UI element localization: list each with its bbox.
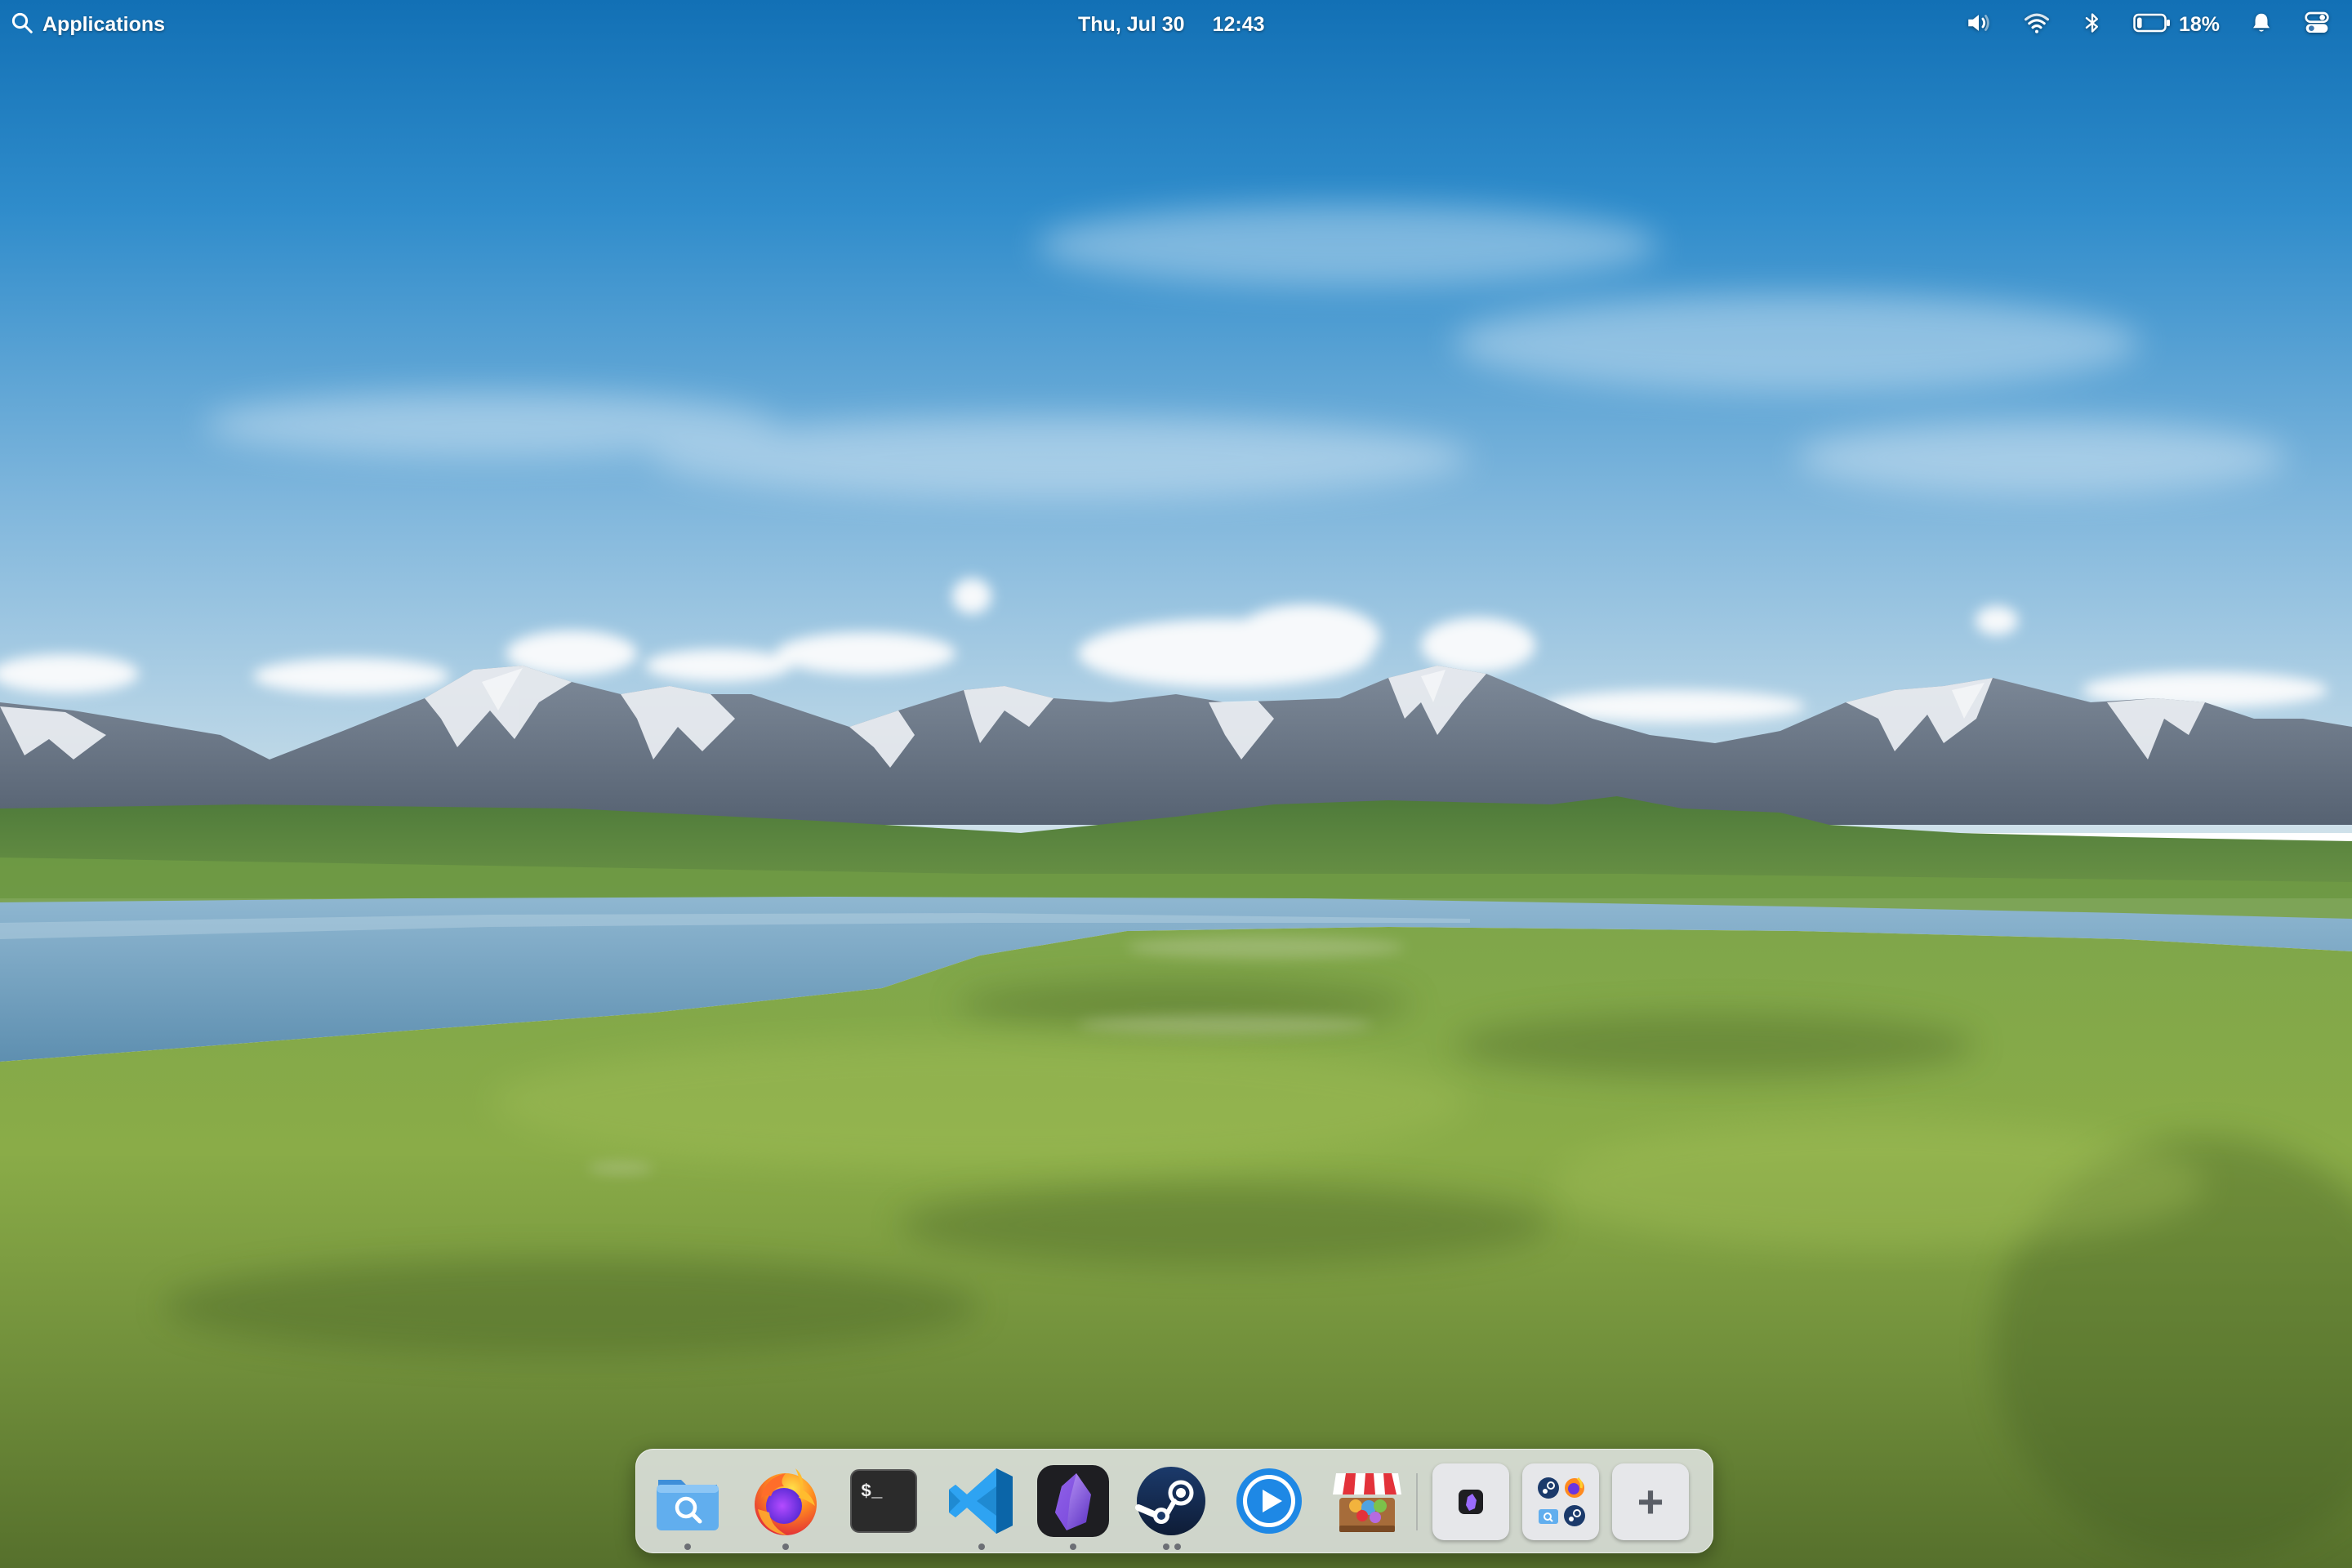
- running-indicator: [978, 1544, 985, 1550]
- bell-icon: [2249, 10, 2274, 40]
- svg-text:$_: $_: [861, 1481, 883, 1502]
- wifi-icon: [2022, 9, 2051, 41]
- running-indicator: [1163, 1544, 1169, 1550]
- quick-settings-indicator[interactable]: [2288, 0, 2345, 49]
- notifications-indicator[interactable]: [2234, 0, 2288, 49]
- dock-app-steam[interactable]: [1132, 1462, 1210, 1550]
- desktop-wallpaper: [0, 0, 2352, 1568]
- battery-icon: [2133, 12, 2171, 38]
- bluetooth-indicator[interactable]: [2066, 0, 2118, 49]
- date-label: Thu, Jul 30: [1078, 12, 1185, 36]
- workspace-thumbnail-1[interactable]: [1432, 1463, 1509, 1540]
- obsidian-icon: [1458, 1489, 1484, 1519]
- running-indicator: [1070, 1544, 1076, 1550]
- applications-label: Applications: [42, 12, 166, 36]
- dock-app-files[interactable]: [648, 1462, 727, 1550]
- running-indicator: [782, 1544, 789, 1550]
- running-indicator: [684, 1544, 691, 1550]
- toggle-switches-icon: [2303, 10, 2331, 40]
- indicators-area: 18%: [1950, 0, 2345, 49]
- top-panel: Applications Thu, Jul 30 12:43 18%: [0, 0, 2352, 49]
- workspace-thumbnail-2[interactable]: [1522, 1463, 1599, 1540]
- folder-search-icon: [648, 1462, 727, 1540]
- dock-app-appcenter[interactable]: [1328, 1462, 1406, 1540]
- power-indicator[interactable]: 18%: [2118, 0, 2234, 49]
- play-icon: [1230, 1462, 1308, 1540]
- bluetooth-icon: [2081, 9, 2104, 41]
- search-icon: [10, 11, 34, 39]
- store-icon: [1328, 1462, 1406, 1540]
- folder-search-icon: [1537, 1504, 1560, 1531]
- volume-icon: [1965, 9, 1993, 41]
- steam-icon: [1563, 1504, 1586, 1531]
- applications-menu-button[interactable]: Applications: [10, 0, 165, 49]
- dock-app-media-player[interactable]: [1230, 1462, 1308, 1540]
- dock: $_ +: [635, 1449, 1713, 1553]
- time-label: 12:43: [1212, 12, 1265, 36]
- network-indicator[interactable]: [2007, 0, 2066, 49]
- dock-separator: [1416, 1473, 1418, 1530]
- steam-icon: [1537, 1477, 1560, 1503]
- battery-percentage: 18%: [2178, 12, 2220, 36]
- obsidian-icon: [1034, 1462, 1112, 1540]
- datetime-indicator[interactable]: Thu, Jul 30 12:43: [1078, 0, 1265, 49]
- terminal-icon: $_: [844, 1462, 923, 1540]
- plus-icon: +: [1637, 1476, 1664, 1527]
- firefox-icon: [1563, 1477, 1586, 1503]
- dock-app-firefox[interactable]: [746, 1462, 825, 1550]
- dock-app-vscode[interactable]: [942, 1462, 1021, 1550]
- vscode-icon: [942, 1462, 1021, 1540]
- add-workspace-button[interactable]: +: [1612, 1463, 1689, 1540]
- sound-indicator[interactable]: [1950, 0, 2007, 49]
- dock-app-terminal[interactable]: $_: [844, 1462, 923, 1540]
- running-indicator: [1174, 1544, 1181, 1550]
- firefox-icon: [746, 1462, 825, 1540]
- dock-app-obsidian[interactable]: [1034, 1462, 1112, 1550]
- steam-icon: [1132, 1462, 1210, 1540]
